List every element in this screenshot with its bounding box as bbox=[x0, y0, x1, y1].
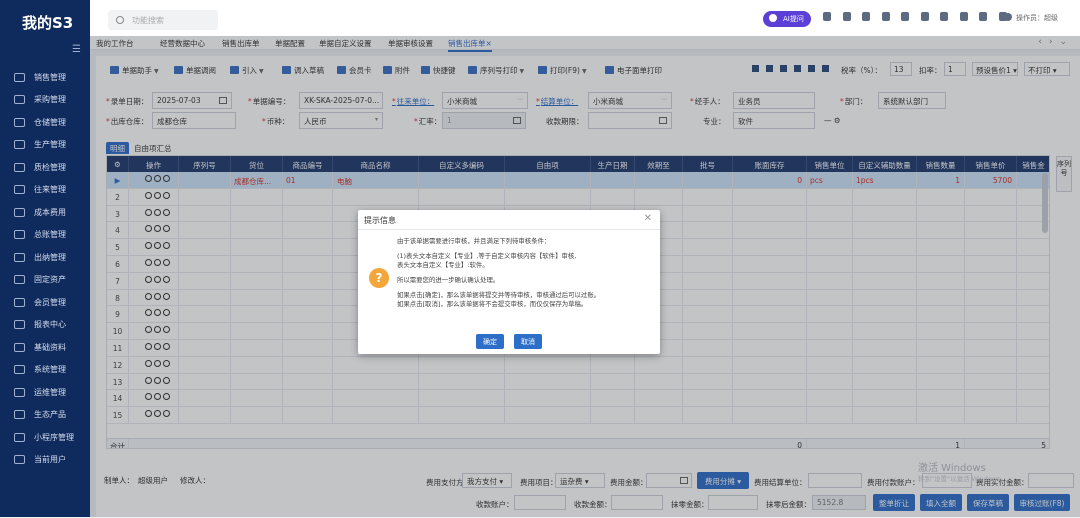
cancel-button[interactable]: 取消 bbox=[514, 334, 542, 349]
database-icon bbox=[14, 342, 25, 352]
sidebar-item-cashier[interactable]: 出纳管理 bbox=[0, 246, 90, 269]
grid-icon[interactable] bbox=[862, 12, 870, 21]
dialog-line: 由于该单据需要进行审核，并且满足下列待审核条件： bbox=[397, 237, 551, 245]
dialog-line: 如果点击[取消]，那么该单据将不会提交审核，而仅仅保存为草稿。 bbox=[397, 300, 588, 308]
user-icon bbox=[14, 455, 25, 465]
gear-icon bbox=[14, 365, 25, 375]
dialog-body: 由于该单据需要进行审核，并且满足下列待审核条件： (1)表头文本自定义【专业】,… bbox=[397, 237, 652, 309]
app-brand: 我的S3 bbox=[22, 14, 74, 32]
sidebar-item-current-user[interactable]: 当前用户 bbox=[0, 449, 90, 472]
user-icon bbox=[1004, 13, 1012, 21]
sidebar-item-label: 生产管理 bbox=[34, 140, 66, 150]
dialog-title: 提示信息 bbox=[358, 210, 660, 230]
search-icon bbox=[116, 16, 124, 24]
sales-icon bbox=[14, 72, 25, 82]
user-label: 操作员：超级 bbox=[1016, 14, 1058, 22]
dialog-line: 表头文本自定义【专业】:软件。 bbox=[397, 261, 489, 269]
home-icon[interactable] bbox=[901, 12, 909, 21]
message-icon[interactable] bbox=[823, 12, 831, 21]
search-input[interactable]: 功能搜索 bbox=[108, 10, 218, 30]
sidebar-item-assets[interactable]: 固定资产 bbox=[0, 269, 90, 292]
sidebar-item-label: 成本费用 bbox=[34, 207, 66, 217]
sidebar-item-label: 总账管理 bbox=[34, 230, 66, 240]
sidebar-item-label: 质检管理 bbox=[34, 162, 66, 172]
confirm-dialog: 提示信息 ✕ ? 由于该单据需要进行审核，并且满足下列待审核条件： (1)表头文… bbox=[358, 210, 660, 354]
confirm-button[interactable]: 确定 bbox=[476, 334, 504, 349]
sidebar-item-miniapp[interactable]: 小程序管理 bbox=[0, 426, 90, 449]
sidebar-item-system[interactable]: 系统管理 bbox=[0, 359, 90, 382]
skin-icon[interactable] bbox=[959, 12, 968, 21]
report-icon bbox=[14, 320, 25, 330]
sidebar-item-eco[interactable]: 生态产品 bbox=[0, 404, 90, 427]
apps-icon bbox=[14, 410, 25, 420]
cashier-icon bbox=[14, 252, 25, 262]
sidebar-item-label: 固定资产 bbox=[34, 275, 66, 285]
sidebar-item-label: 生态产品 bbox=[34, 410, 66, 420]
sidebar: 我的S3 ☰ 销售管理 采购管理 仓储管理 生产管理 质检管理 往来管理 成本费… bbox=[0, 0, 90, 517]
question-icon[interactable] bbox=[940, 12, 948, 21]
sidebar-item-label: 往来管理 bbox=[34, 185, 66, 195]
sidebar-item-label: 当前用户 bbox=[34, 455, 66, 465]
search-placeholder: 功能搜索 bbox=[132, 16, 164, 25]
sidebar-item-label: 销售管理 bbox=[34, 72, 66, 82]
sidebar-item-contacts[interactable]: 往来管理 bbox=[0, 179, 90, 202]
globe-icon[interactable] bbox=[979, 12, 987, 21]
warehouse-icon bbox=[14, 117, 25, 127]
sidebar-item-quality[interactable]: 质检管理 bbox=[0, 156, 90, 179]
sidebar-item-basic-data[interactable]: 基础资料 bbox=[0, 336, 90, 359]
sidebar-item-cost[interactable]: 成本费用 bbox=[0, 201, 90, 224]
dialog-line: (1)表头文本自定义【专业】,等于自定义审核内容【软件】审核, bbox=[397, 252, 577, 260]
ai-icon bbox=[769, 14, 777, 22]
sidebar-item-warehouse[interactable]: 仓储管理 bbox=[0, 111, 90, 134]
sidebar-item-label: 系统管理 bbox=[34, 365, 66, 375]
sidebar-item-production[interactable]: 生产管理 bbox=[0, 134, 90, 157]
collapse-menu-icon[interactable]: ☰ bbox=[72, 44, 81, 55]
sidebar-item-label: 采购管理 bbox=[34, 95, 66, 105]
sidebar-menu: 销售管理 采购管理 仓储管理 生产管理 质检管理 往来管理 成本费用 总账管理 … bbox=[0, 66, 90, 471]
sidebar-item-label: 小程序管理 bbox=[34, 432, 74, 442]
user-menu[interactable]: 操作员：超级 bbox=[1004, 13, 1058, 23]
phone-icon bbox=[14, 432, 25, 442]
bell-icon[interactable] bbox=[881, 12, 890, 21]
lock-icon[interactable] bbox=[920, 12, 929, 21]
diamond-icon bbox=[14, 297, 25, 307]
sidebar-item-label: 出纳管理 bbox=[34, 252, 66, 262]
ai-ask-button[interactable]: AI提问 bbox=[763, 11, 811, 27]
topbar: 功能搜索 AI提问 操作员：超级 bbox=[90, 0, 1080, 36]
dialog-line: 如果点击[确定]，那么该单据将提交并等待审核，审核通过后可以过账。 bbox=[397, 291, 601, 299]
sidebar-item-ops[interactable]: 运维管理 bbox=[0, 381, 90, 404]
shield-icon bbox=[14, 162, 25, 172]
sidebar-item-label: 仓储管理 bbox=[34, 117, 66, 127]
monitor-icon bbox=[14, 387, 25, 397]
exchange-icon bbox=[14, 185, 25, 195]
assets-icon bbox=[14, 275, 25, 285]
cost-icon bbox=[14, 207, 25, 217]
sidebar-item-members[interactable]: 会员管理 bbox=[0, 291, 90, 314]
sidebar-item-label: 报表中心 bbox=[34, 320, 66, 330]
sidebar-item-label: 基础资料 bbox=[34, 342, 66, 352]
sidebar-item-sales[interactable]: 销售管理 bbox=[0, 66, 90, 89]
sidebar-item-label: 运维管理 bbox=[34, 387, 66, 397]
shield-icon[interactable] bbox=[842, 12, 851, 21]
question-icon: ? bbox=[369, 268, 389, 288]
factory-icon bbox=[14, 140, 25, 150]
sidebar-item-label: 会员管理 bbox=[34, 297, 66, 307]
sidebar-item-reports[interactable]: 报表中心 bbox=[0, 314, 90, 337]
ledger-icon bbox=[14, 230, 25, 240]
dialog-line: 所以需要您的进一步确认确认处理。 bbox=[397, 276, 500, 284]
ai-ask-label: AI提问 bbox=[783, 15, 804, 23]
cart-icon bbox=[14, 95, 25, 105]
close-icon[interactable]: ✕ bbox=[644, 213, 652, 224]
sidebar-item-ledger[interactable]: 总账管理 bbox=[0, 224, 90, 247]
top-icons bbox=[823, 12, 1018, 21]
sidebar-item-purchase[interactable]: 采购管理 bbox=[0, 89, 90, 112]
